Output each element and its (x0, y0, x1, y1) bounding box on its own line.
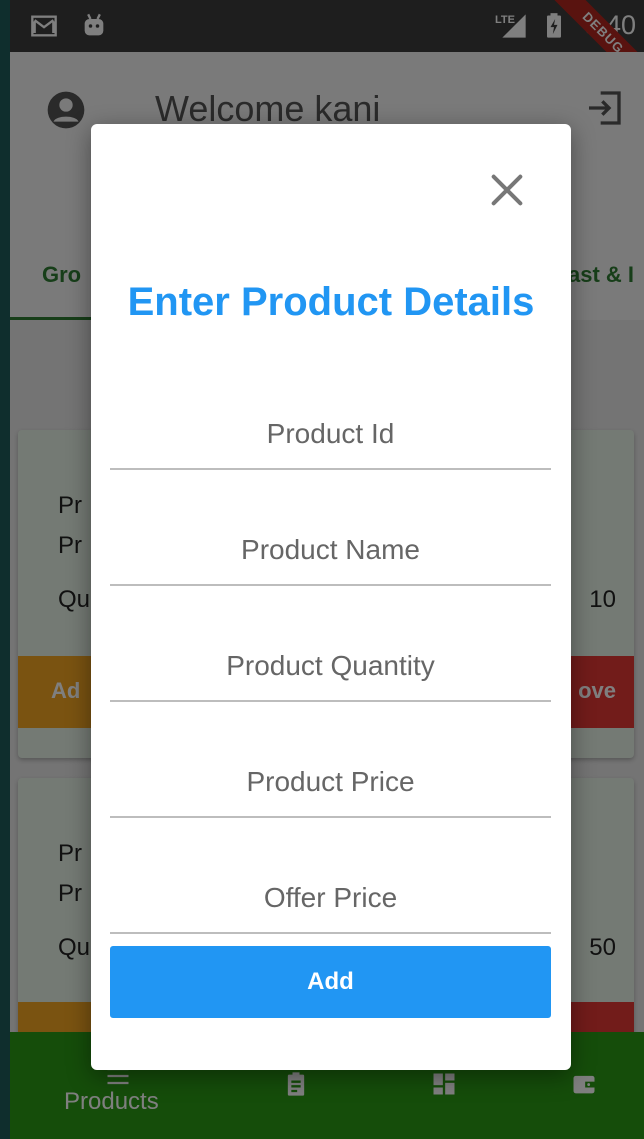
add-product-button[interactable]: Add (110, 946, 551, 1018)
dialog-title: Enter Product Details (127, 280, 535, 324)
product-quantity-field (110, 622, 551, 702)
product-id-input[interactable] (110, 390, 551, 470)
product-price-field (110, 738, 551, 818)
product-id-field (110, 390, 551, 470)
offer-price-input[interactable] (110, 854, 551, 934)
close-icon[interactable] (487, 170, 527, 210)
product-price-input[interactable] (110, 738, 551, 818)
product-quantity-input[interactable] (110, 622, 551, 702)
product-name-input[interactable] (110, 506, 551, 586)
offer-price-field (110, 854, 551, 934)
product-details-dialog: Enter Product Details Add (91, 124, 571, 1070)
product-name-field (110, 506, 551, 586)
